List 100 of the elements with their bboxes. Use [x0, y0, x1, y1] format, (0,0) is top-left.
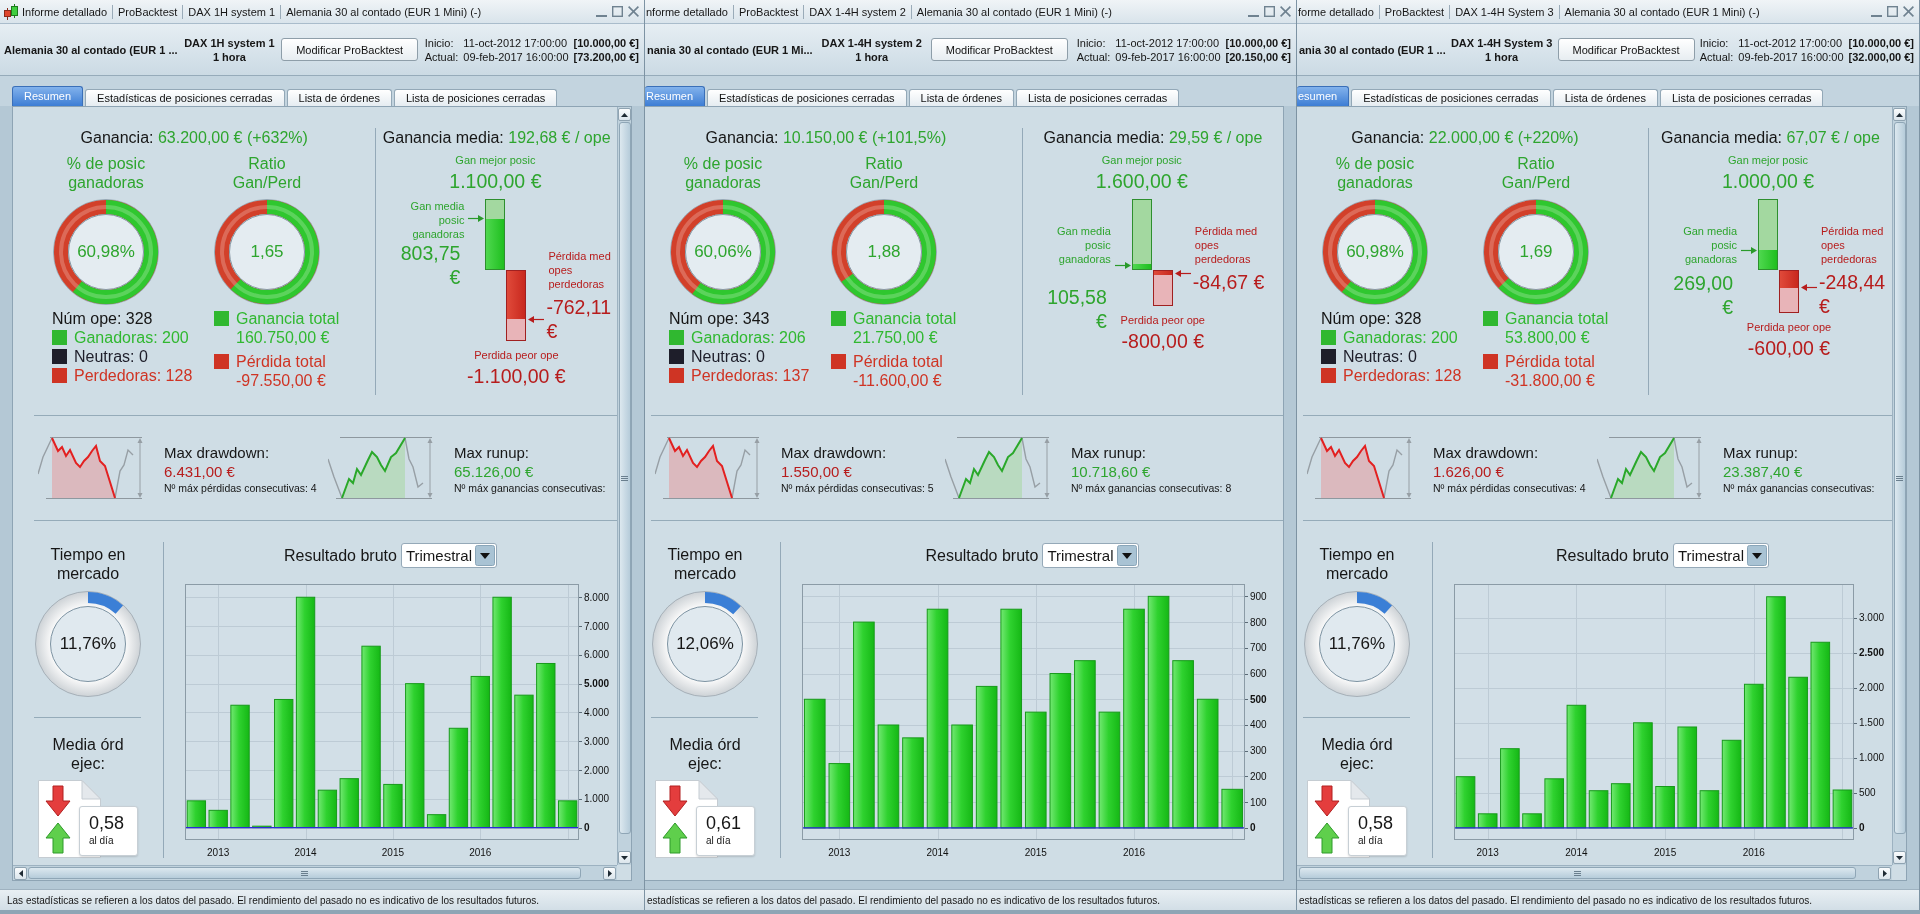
minimize-icon[interactable]	[1871, 14, 1882, 17]
grip-icon	[1896, 475, 1903, 481]
caret-down-icon	[1747, 545, 1768, 566]
donut-value: 11,76%	[59, 634, 117, 654]
close-icon[interactable]	[1280, 6, 1291, 17]
total-label: Ganancia total	[236, 309, 340, 328]
drawdown-label: Max drawdown:	[781, 443, 888, 462]
tab[interactable]: Lista de posiciones cerradas	[1015, 89, 1180, 106]
horizontal-scrollbar[interactable]	[1297, 865, 1892, 880]
average-gain-label: Gan media posic ganadoras	[1056, 224, 1111, 266]
time-in-market-title: Tiempo en mercado	[49, 545, 127, 583]
tab[interactable]: Lista de órdenes	[1552, 89, 1658, 106]
legend-label: Perdedoras: 128	[1343, 366, 1462, 385]
minimize-icon[interactable]	[1248, 14, 1259, 17]
average-loss-label: Pérdida med opes perdedoras	[1194, 224, 1259, 266]
legend-label: Ganadoras: 200	[74, 328, 189, 347]
axis-tick-label: 3.000	[584, 735, 610, 747]
close-icon[interactable]	[1903, 6, 1914, 17]
axis-tick-label: 8.000	[584, 591, 610, 603]
tab[interactable]: Estadísticas de posiciones cerradas	[1351, 89, 1551, 106]
gain-value: 22.000,00 € (+220%)	[1428, 129, 1579, 146]
tab[interactable]: Estadísticas de posiciones cerradas	[85, 89, 285, 106]
quarter-bar	[828, 763, 851, 829]
date-label: Inicio:	[1699, 35, 1730, 50]
chart-title: Resultado bruto	[1555, 546, 1669, 565]
tab[interactable]: Lista de posiciones cerradas	[393, 89, 558, 106]
tab[interactable]: Lista de órdenes	[908, 89, 1014, 106]
period-dropdown[interactable]: Trimestral	[1672, 543, 1770, 568]
scrollbar-thumb[interactable]	[28, 867, 581, 879]
average-loss-value: -762,11 €	[546, 295, 613, 344]
streak-note: Nº máx ganancias consecutivas:	[1723, 481, 1875, 495]
donut-title: Ratio Gan/Perd	[1500, 154, 1572, 192]
status-text: estadísticas se refieren a los datos del pasado. El rendimiento del pasado no es indicativo de los resultados futuros.	[1299, 894, 1813, 906]
status-text: estadísticas se refieren a los datos del pasado. El rendimiento del pasado no es indicativo de los resultados futuros.	[647, 894, 1161, 906]
donut-value: 60,98%	[77, 242, 135, 262]
worst-trade-label: Perdida peor ope	[474, 348, 559, 362]
tab[interactable]: Lista de posiciones cerradas	[1659, 89, 1824, 106]
axis-tick-label: 2016	[1122, 847, 1146, 858]
gain-value: 10.150,00 € (+101,5%)	[782, 129, 947, 146]
scroll-right-button[interactable]	[603, 866, 616, 880]
grip-icon	[1574, 870, 1581, 876]
scroll-down-button[interactable]	[618, 851, 631, 864]
scroll-up-button[interactable]	[618, 108, 631, 121]
total-value: -11.600,00 €	[853, 371, 943, 390]
grip-icon	[301, 870, 308, 876]
scroll-down-button[interactable]	[1893, 851, 1906, 864]
capital-value: [20.150,00 €]	[1225, 49, 1291, 64]
best-trade-label: Gan mejor posic	[1101, 153, 1182, 167]
title-label: Alemania 30 al contado (EUR 1 Mini) (-)	[910, 4, 1117, 19]
scroll-right-button[interactable]	[1878, 866, 1891, 880]
total-value: -97.550,00 €	[236, 371, 327, 390]
caret-up-icon	[621, 112, 628, 117]
average-loss-value: -248,44 €	[1819, 269, 1887, 318]
pointer-arrow	[1174, 270, 1191, 278]
donut-title: % de posic ganadoras	[1334, 154, 1416, 192]
title-label: Informe detallado	[22, 4, 108, 19]
modify-backtest-button[interactable]: Modificar ProBacktest	[281, 38, 419, 61]
legend-label: Neutras: 0	[1343, 347, 1417, 366]
tab[interactable]: Lista de órdenes	[286, 89, 392, 106]
modify-backtest-button[interactable]: Modificar ProBacktest	[1557, 38, 1695, 61]
scrollbar-thumb[interactable]	[1299, 867, 1856, 879]
capital-value: [32.000,00 €]	[1848, 49, 1914, 64]
axis-tick-label: 900	[1250, 590, 1267, 602]
system-name: DAX 1-4H System 3	[1450, 35, 1553, 50]
scroll-up-button[interactable]	[1893, 108, 1906, 121]
rate-value: 0,58	[89, 812, 126, 834]
axis-tick-label: 0	[584, 822, 590, 834]
modify-backtest-button[interactable]: Modificar ProBacktest	[930, 38, 1068, 61]
donut-title: % de posic ganadoras	[682, 154, 764, 192]
best-trade-value: 1.000,00 €	[1721, 169, 1815, 193]
caret-down-icon	[475, 545, 496, 566]
runup-label: Max runup:	[454, 443, 531, 462]
axis-tick-label: 2016	[1742, 847, 1765, 858]
period-dropdown[interactable]: Trimestral	[1042, 543, 1139, 568]
minimize-icon[interactable]	[596, 14, 607, 17]
tab[interactable]: Estadísticas de posiciones cerradas	[707, 89, 907, 106]
donut-title: Ratio Gan/Perd	[848, 154, 920, 192]
axis-tick-label: 2015	[1653, 847, 1677, 858]
donut-value: 1,65	[250, 242, 284, 262]
orders-title: Media órd ejec:	[1320, 735, 1394, 773]
runup-value: 10.718,60 €	[1071, 462, 1152, 481]
horizontal-scrollbar[interactable]	[13, 865, 617, 880]
maximize-icon[interactable]	[612, 6, 623, 17]
worst-trade-value: -800,00 €	[1121, 328, 1204, 353]
title-label: ProBacktest	[1378, 4, 1450, 19]
capital-value: [10.000,00 €]	[1848, 35, 1914, 50]
axis-tick-label: 2.000	[1859, 682, 1885, 694]
legend-label: Neutras: 0	[74, 347, 148, 366]
axis-tick-label: 500	[1859, 787, 1876, 799]
rate-value: 0,58	[1358, 812, 1395, 834]
close-icon[interactable]	[628, 6, 639, 17]
period-dropdown[interactable]: Trimestral	[400, 543, 498, 568]
total-label: Pérdida total	[853, 352, 943, 371]
maximize-icon[interactable]	[1887, 6, 1898, 17]
maximize-icon[interactable]	[1264, 6, 1275, 17]
axis-tick-label: 1.000	[584, 793, 610, 805]
quarter-bar	[252, 825, 272, 829]
pointer-arrow	[1801, 284, 1817, 292]
scroll-left-button[interactable]	[14, 866, 27, 880]
date-label: Actual:	[1076, 49, 1111, 64]
